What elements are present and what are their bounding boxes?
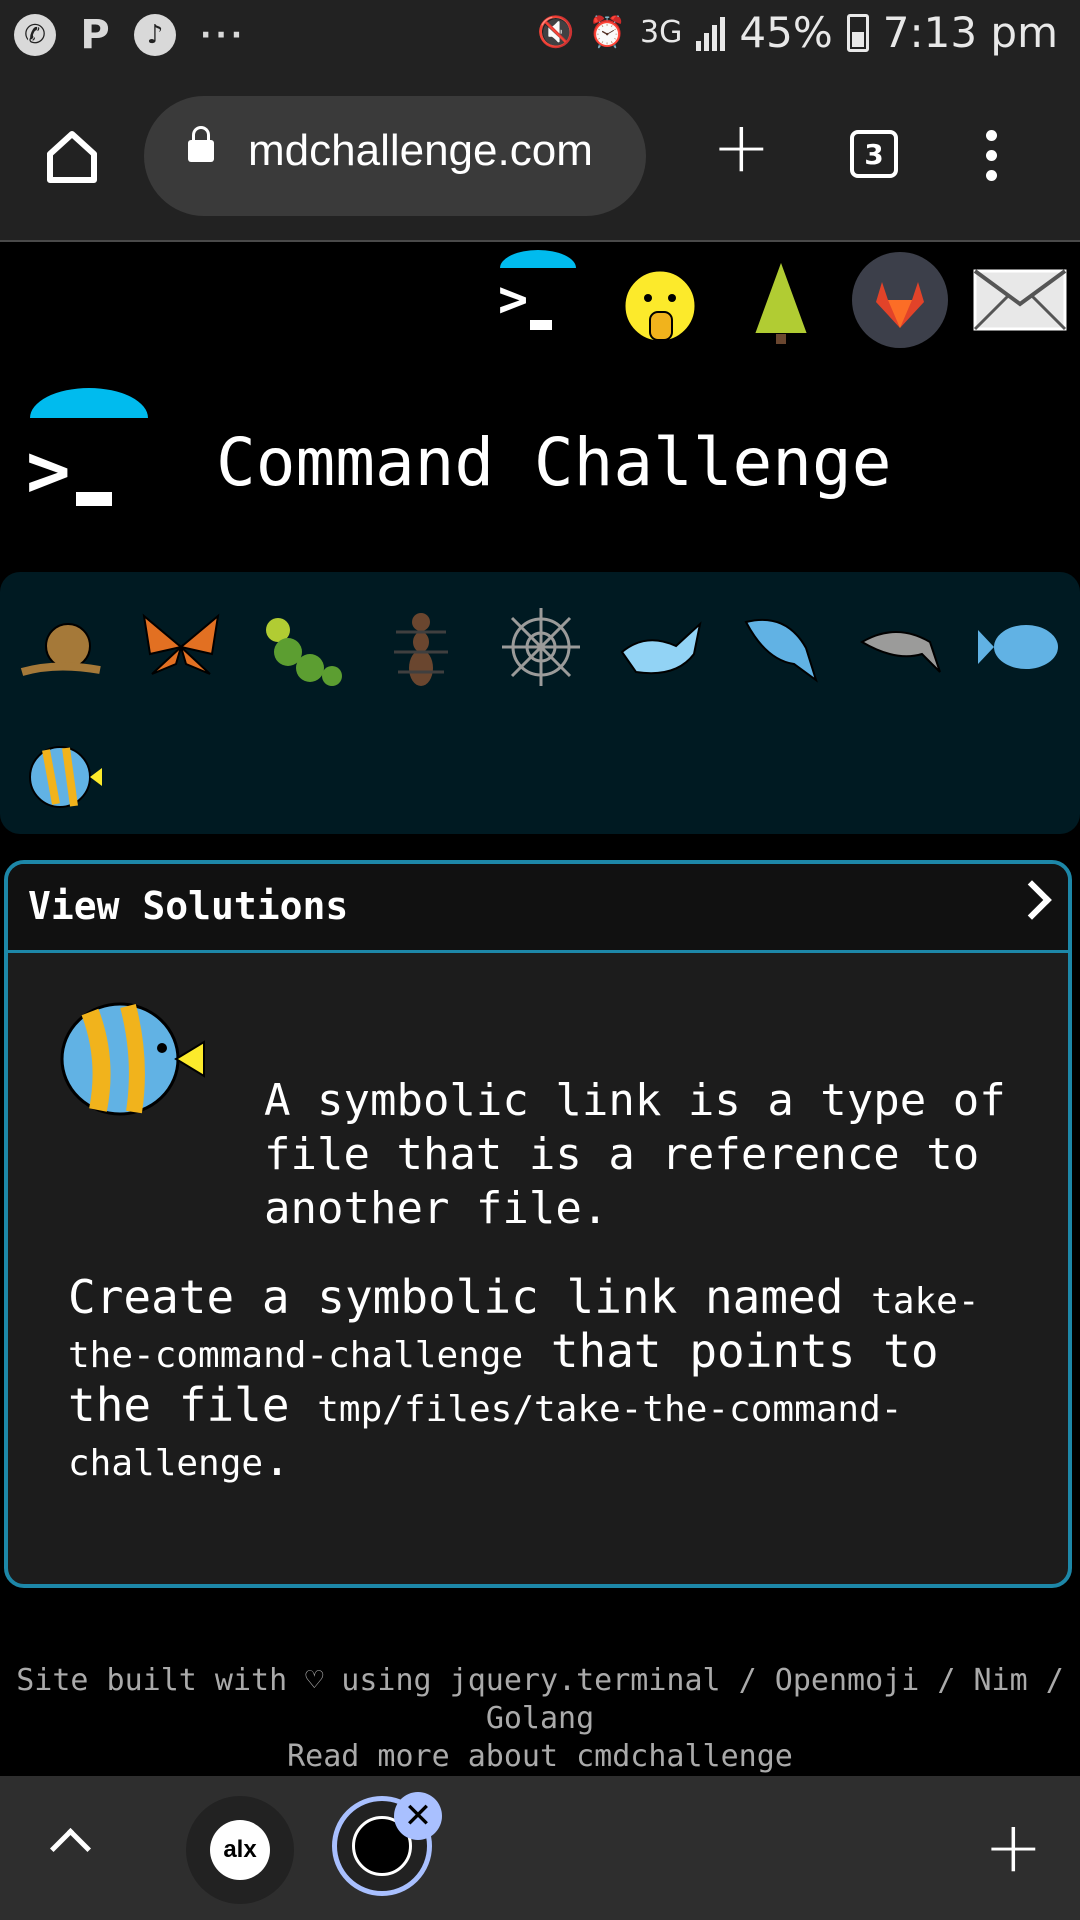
ant-icon[interactable]: [376, 602, 466, 692]
tab-switcher-button[interactable]: 3: [850, 130, 898, 178]
close-tab-button[interactable]: ✕: [394, 1792, 442, 1840]
alx-tab-label: alx: [210, 1820, 270, 1880]
battery-icon: [846, 13, 869, 52]
footer-credits[interactable]: Site built with ♡ using jquery.terminal …: [0, 1662, 1080, 1738]
challenge-intro: A symbolic link is a type of file that i…: [264, 1075, 1006, 1234]
tab-alx[interactable]: alx: [186, 1796, 294, 1904]
address-bar[interactable]: mdchallenge.com: [144, 96, 646, 216]
lock-icon: [188, 126, 214, 162]
caterpillar-icon[interactable]: [256, 606, 346, 696]
whale-icon[interactable]: [616, 602, 706, 692]
chevron-up-icon[interactable]: [49, 1827, 92, 1870]
whale2-icon[interactable]: [736, 602, 826, 692]
mail-icon[interactable]: [972, 268, 1068, 332]
browser-toolbar: mdchallenge.com + 3: [0, 76, 1080, 242]
site-logo[interactable]: >: [24, 388, 154, 518]
tree-icon[interactable]: [746, 256, 816, 346]
home-icon[interactable]: [42, 126, 102, 186]
more-icon: ···: [200, 17, 247, 53]
solutions-title: View Solutions: [28, 884, 349, 928]
status-bar: ✆ P ♪ ··· 🔇 ⏰ 3G 45% 7:13 pm: [0, 0, 1080, 76]
fish-icon[interactable]: [976, 602, 1066, 692]
dolphin-icon[interactable]: [856, 602, 946, 692]
whatsapp-icon: ✆: [14, 14, 56, 56]
challenge-task: Create a symbolic link named take-the-co…: [68, 1270, 980, 1486]
footer-read-more-link[interactable]: Read more about cmdchallenge: [0, 1738, 1080, 1776]
view-solutions-toggle[interactable]: View Solutions: [8, 864, 1068, 953]
spiderweb-icon[interactable]: [496, 602, 586, 692]
mute-icon: 🔇: [537, 15, 575, 50]
tropical-fish-icon[interactable]: [16, 732, 106, 822]
site-footer: Site built with ♡ using jquery.terminal …: [0, 1662, 1080, 1776]
p-icon: P: [80, 12, 110, 58]
tropical-fish-icon: [60, 1002, 205, 1116]
network-label: 3G: [640, 15, 683, 50]
page-title: Command Challenge: [216, 424, 892, 501]
terminal-logo-icon[interactable]: >: [496, 248, 580, 338]
alarm-icon: ⏰: [588, 15, 627, 50]
menu-button[interactable]: [986, 130, 997, 181]
bottom-tab-bar: alx ✕ +: [0, 1776, 1080, 1920]
new-tab-button[interactable]: +: [712, 112, 771, 182]
signal-icon: [696, 15, 726, 51]
clock: 7:13 pm: [882, 8, 1058, 57]
gitlab-icon[interactable]: [852, 252, 948, 348]
shushing-face-icon[interactable]: [620, 266, 700, 346]
butterfly-icon[interactable]: [136, 602, 226, 692]
level-selector: [0, 572, 1080, 834]
music-icon: ♪: [134, 14, 176, 56]
battery-percent: 45%: [739, 8, 833, 57]
snail-icon[interactable]: [16, 602, 106, 692]
web-page: > > Command Challenge View Solutions A s…: [0, 242, 1080, 1778]
new-tab-plus-button[interactable]: +: [984, 1812, 1043, 1882]
chevron-right-icon: [1012, 880, 1052, 920]
solutions-panel: View Solutions A symbolic link is a type…: [4, 860, 1072, 1588]
url-text: mdchallenge.com: [248, 126, 593, 175]
